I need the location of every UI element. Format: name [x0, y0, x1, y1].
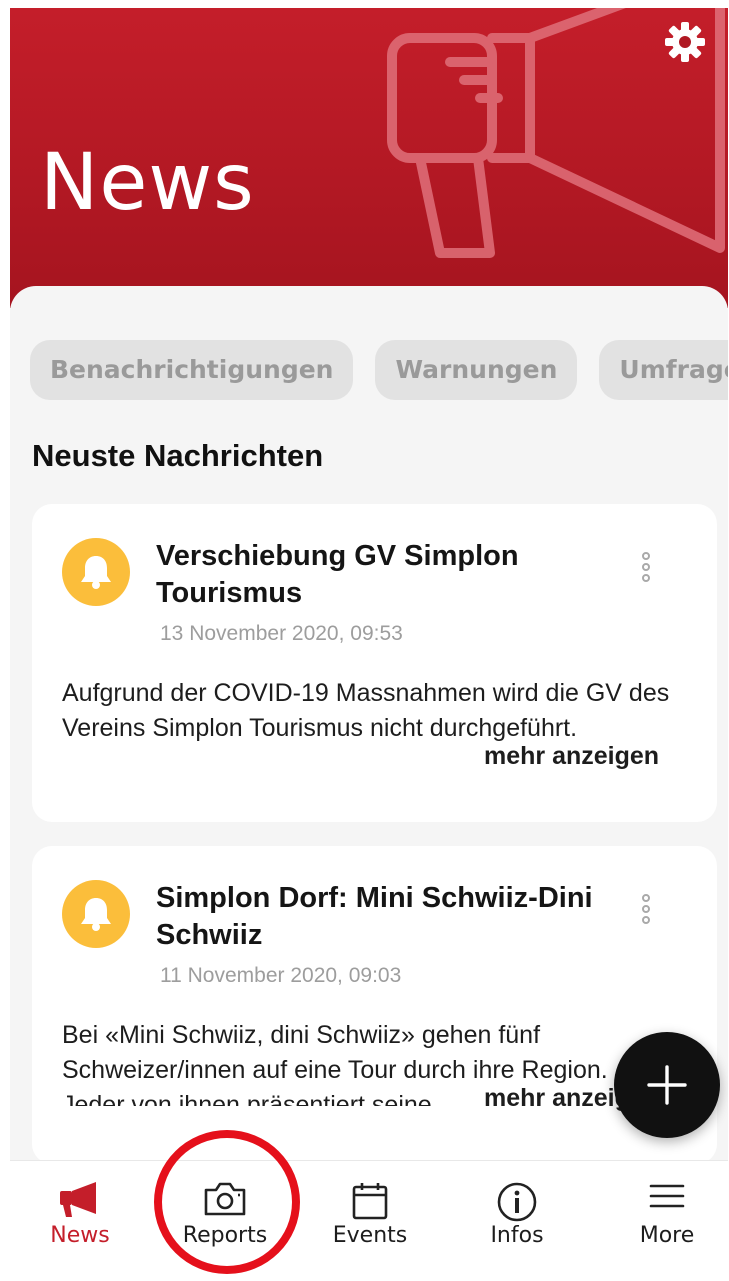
show-more-link[interactable]: mehr anzeigen [472, 742, 660, 771]
nav-events[interactable]: Events [300, 1161, 440, 1281]
news-date: 11 November 2020, 09:03 [160, 964, 402, 987]
menu-icon [649, 1184, 685, 1208]
chip-umfragen[interactable]: Umfragen [599, 340, 728, 400]
nav-news[interactable]: News [10, 1161, 150, 1281]
kebab-menu-icon[interactable] [642, 894, 658, 938]
page-title: News [40, 138, 255, 228]
bell-icon [62, 538, 130, 606]
chip-warnungen[interactable]: Warnungen [375, 340, 578, 400]
gear-icon[interactable] [663, 20, 707, 64]
nav-label: Events [332, 1223, 408, 1248]
bottom-nav: News Reports Events Infos More [10, 1160, 728, 1281]
nav-label: News [50, 1223, 110, 1248]
nav-label: Infos [490, 1223, 544, 1248]
news-date: 13 November 2020, 09:53 [160, 622, 403, 645]
nav-reports[interactable]: Reports [155, 1161, 295, 1281]
bell-icon [62, 880, 130, 948]
news-header: News [10, 8, 728, 308]
section-title: Neuste Nachrichten [32, 438, 324, 473]
kebab-menu-icon[interactable] [642, 552, 658, 596]
news-title: Simplon Dorf: Mini Schwiiz-Dini Schwiiz [156, 882, 593, 951]
news-card[interactable]: Verschiebung GV Simplon Tourismus 13 Nov… [32, 504, 717, 822]
plus-icon [647, 1065, 687, 1105]
calendar-icon [352, 1183, 388, 1220]
app-screen: News Benachrichtigungen Warnungen Umfragen… [10, 8, 728, 1281]
nav-label: Reports [182, 1223, 268, 1248]
camera-icon [204, 1182, 246, 1216]
news-content: Benachrichtigungen Warnungen Umfragen Neus… [10, 286, 728, 1186]
nav-label: More [639, 1223, 695, 1248]
filter-chips: Benachrichtigungen Warnungen Umfragen [30, 340, 728, 400]
nav-more[interactable]: More [597, 1161, 728, 1281]
news-title: Verschiebung GV Simplon Tourismus [156, 540, 519, 609]
chip-benachrichtigungen[interactable]: Benachrichtigungen [30, 340, 354, 400]
info-icon [497, 1182, 537, 1222]
add-button[interactable] [614, 1032, 720, 1138]
news-card[interactable]: Simplon Dorf: Mini Schwiiz-Dini Schwiiz … [32, 846, 717, 1164]
megaphone-icon [60, 1182, 96, 1217]
nav-infos[interactable]: Infos [447, 1161, 587, 1281]
